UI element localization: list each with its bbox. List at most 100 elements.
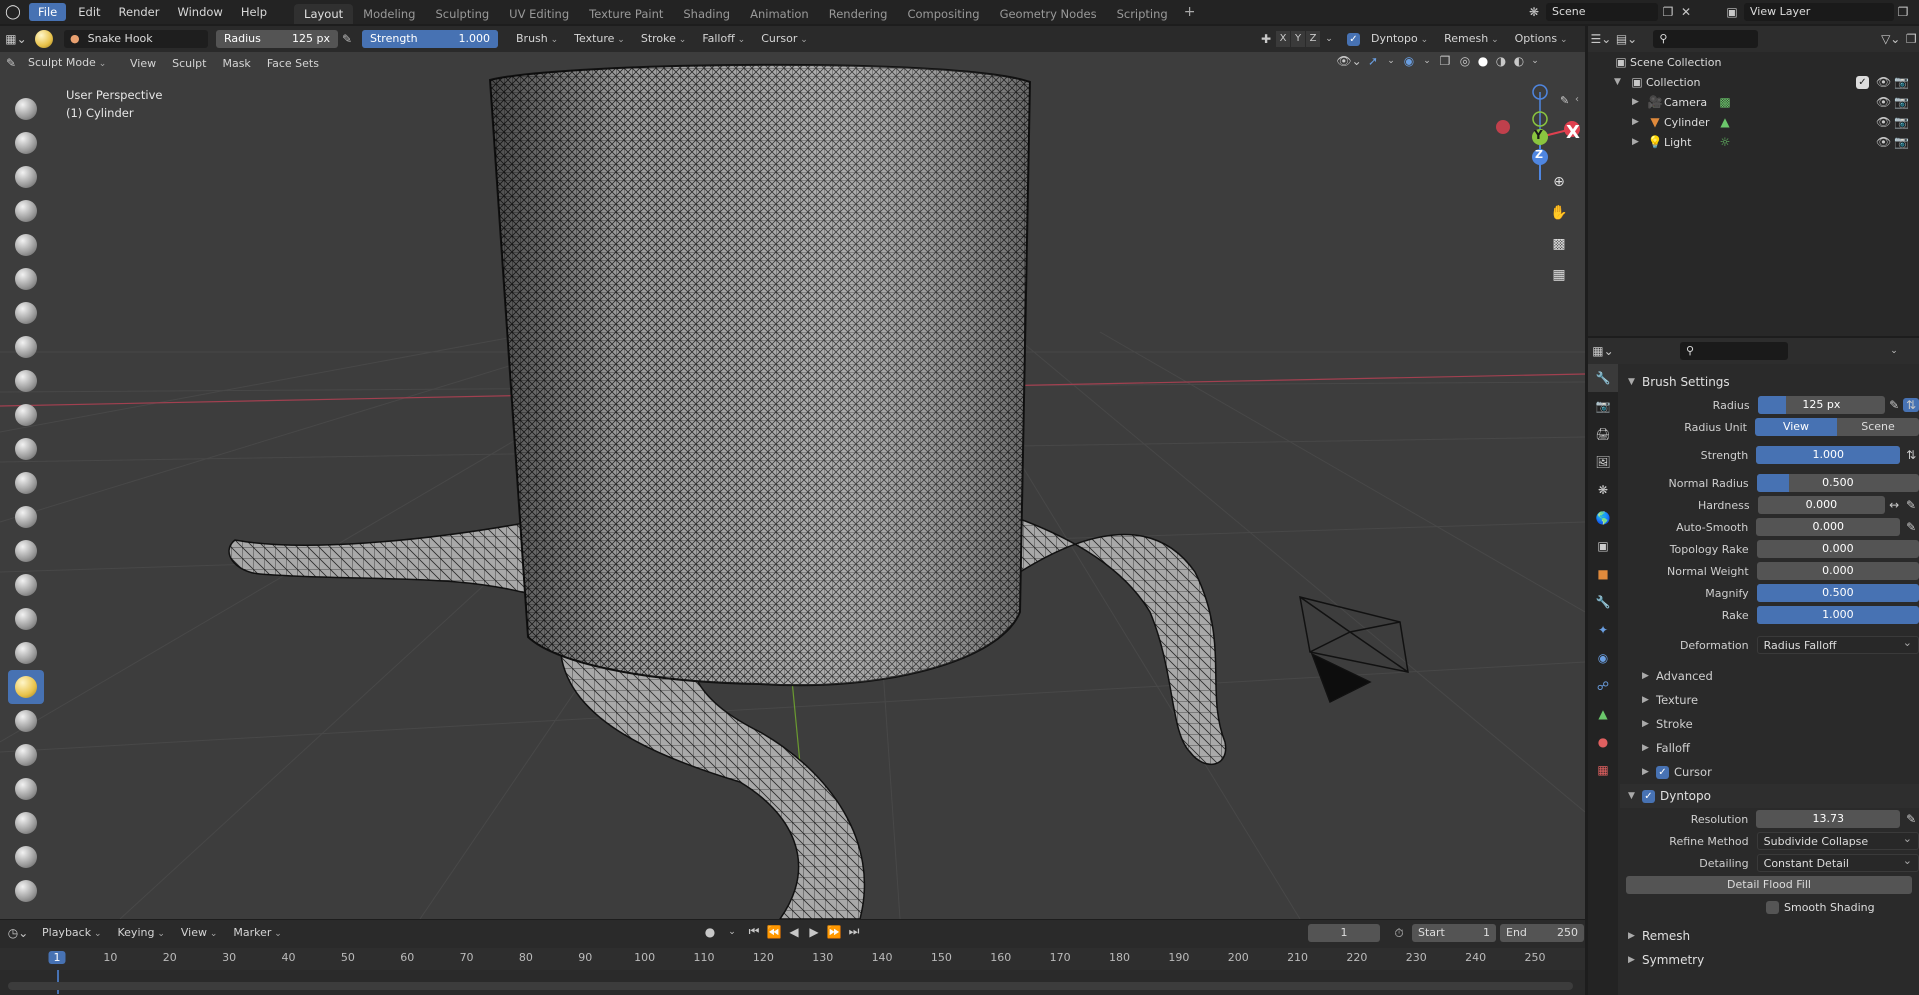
constraints-tab-icon[interactable]: ☍ xyxy=(1588,672,1618,700)
magnify-field[interactable]: 0.500 xyxy=(1756,584,1919,602)
collection-visibility-icon[interactable]: 👁 xyxy=(1876,75,1891,89)
outliner-item-camera[interactable]: ▶ 🎥 Camera ▩ 👁 📷 xyxy=(1588,92,1919,112)
tab-compositing[interactable]: Compositing xyxy=(897,4,989,24)
tool-tab-icon[interactable]: 🔧 xyxy=(1588,364,1618,392)
dropdown-stroke[interactable]: Stroke xyxy=(635,30,692,48)
outliner-collection[interactable]: ▼ ▣ Collection ✓ 👁 📷 xyxy=(1588,72,1919,92)
sculpt-tool-12[interactable] xyxy=(8,466,44,500)
material-tab-icon[interactable]: ● xyxy=(1588,728,1618,756)
end-frame-field[interactable]: End 250 xyxy=(1500,924,1584,942)
modifier-tab-icon[interactable]: 🔧 xyxy=(1588,588,1618,616)
radius-slider[interactable]: Radius 125 px xyxy=(216,30,338,48)
rake-field[interactable]: 1.000 xyxy=(1756,606,1919,624)
play-icon[interactable]: ▶ xyxy=(804,925,824,939)
expand-icon[interactable]: ▶ xyxy=(1632,97,1646,107)
pressure-radius-icon[interactable]: ✎ xyxy=(338,32,356,46)
timeline-editor-icon[interactable]: ◷⌄ xyxy=(0,926,36,940)
gizmo-y-label[interactable]: Y xyxy=(1534,128,1543,142)
wireframe-shading-icon[interactable]: ◎ xyxy=(1456,54,1474,68)
hardness-invert-icon[interactable]: ↔ xyxy=(1885,498,1903,512)
gizmo-z-label[interactable]: Z xyxy=(1535,148,1543,161)
auto-smooth-field[interactable]: 0.000 xyxy=(1756,518,1901,536)
jump-end-icon[interactable]: ⏭ xyxy=(844,924,864,939)
dropdown-cursor[interactable]: Cursor xyxy=(755,30,814,48)
timeline-scrollbar[interactable] xyxy=(8,982,1573,990)
timeline-menu-playback[interactable]: Playback xyxy=(36,924,108,942)
menu-render[interactable]: Render xyxy=(110,0,169,24)
menu-edit[interactable]: Edit xyxy=(69,0,109,24)
radius-unit-view[interactable]: View xyxy=(1755,418,1837,436)
texture-tab-icon[interactable]: ▦ xyxy=(1588,756,1618,784)
expand-icon[interactable]: ▶ xyxy=(1632,137,1646,147)
pan-hand-icon[interactable]: ✋ xyxy=(1545,199,1573,227)
cursor-subpanel-header[interactable]: ▶ ✓ Cursor xyxy=(1620,760,1919,784)
physics-tab-icon[interactable]: ◉ xyxy=(1588,644,1618,672)
view-layer-field[interactable]: View Layer xyxy=(1744,3,1894,21)
strength-field[interactable]: 1.000 xyxy=(1756,446,1901,464)
gizmo-toggle-icon[interactable]: ➚ xyxy=(1362,54,1384,68)
sculpt-tool-23[interactable] xyxy=(8,840,44,874)
radius-unit-scene[interactable]: Scene xyxy=(1837,418,1919,436)
sculpt-tool-24[interactable] xyxy=(8,874,44,908)
collection-render-icon[interactable]: 📷 xyxy=(1894,75,1909,89)
view-layer-tab-icon[interactable]: 🖼 xyxy=(1588,448,1618,476)
jump-keyframe-forward-icon[interactable]: ⏩ xyxy=(824,925,844,939)
sculpt-tool-21[interactable] xyxy=(8,772,44,806)
panel-symmetry[interactable]: ▶ Symmetry xyxy=(1620,948,1919,972)
dropdown-brush[interactable]: Brush xyxy=(510,30,564,48)
timeline-menu-keying[interactable]: Keying xyxy=(112,924,171,942)
refine-method-dropdown[interactable]: Subdivide Collapse xyxy=(1756,830,1919,850)
detailing-dropdown[interactable]: Constant Detail xyxy=(1756,852,1919,872)
brush-preview-icon[interactable] xyxy=(32,29,56,49)
strength-slider[interactable]: Strength 1.000 xyxy=(362,30,498,48)
light-data-icon[interactable]: ☼ xyxy=(1716,135,1734,149)
tab-animation[interactable]: Animation xyxy=(740,4,819,24)
subpanel-falloff[interactable]: ▶ Falloff xyxy=(1620,736,1919,760)
brush-settings-panel-header[interactable]: ▼ Brush Settings xyxy=(1620,370,1919,394)
light-visibility-icon[interactable]: 👁 xyxy=(1876,135,1891,149)
sculpt-tool-7[interactable] xyxy=(8,296,44,330)
symmetry-x-toggle[interactable]: X xyxy=(1276,31,1290,47)
auto-smooth-pressure-icon[interactable]: ✎ xyxy=(1903,520,1919,534)
perspective-grid-icon[interactable]: ▦ xyxy=(1545,261,1573,289)
cylinder-render-icon[interactable]: 📷 xyxy=(1894,115,1909,129)
menu-view[interactable]: View xyxy=(122,57,164,70)
subpanel-texture[interactable]: ▶ Texture xyxy=(1620,688,1919,712)
mode-dropdown[interactable]: Sculpt Mode xyxy=(22,54,118,72)
radius-field[interactable]: 125 px xyxy=(1757,396,1886,414)
cursor-checkbox[interactable]: ✓ xyxy=(1656,765,1669,779)
brush-name-field[interactable]: ● Snake Hook xyxy=(64,30,208,48)
options-dropdown[interactable]: Options xyxy=(1509,30,1574,48)
object-tab-icon[interactable]: ■ xyxy=(1588,560,1618,588)
collapse-icon[interactable]: ▼ xyxy=(1614,77,1628,87)
sculpt-tool-6[interactable] xyxy=(8,262,44,296)
sculpt-tool-8[interactable] xyxy=(8,330,44,364)
current-frame-field[interactable]: 1 xyxy=(1308,924,1380,942)
strength-pressure-icon[interactable]: ⇅ xyxy=(1903,448,1919,462)
sculpt-tool-20[interactable] xyxy=(8,738,44,772)
shading-dropdown-icon[interactable]: ⌄ xyxy=(1528,56,1542,66)
sculpt-tool-3[interactable] xyxy=(8,160,44,194)
dropdown-falloff[interactable]: Falloff xyxy=(696,30,751,48)
tab-scripting[interactable]: Scripting xyxy=(1107,4,1178,24)
smooth-shading-checkbox[interactable] xyxy=(1766,900,1779,914)
outliner-eyedropper-icon[interactable]: ✎ xyxy=(1560,94,1569,107)
sculpt-tool-2[interactable] xyxy=(8,126,44,160)
dyntopo-checkbox[interactable]: ✓ xyxy=(1347,32,1360,46)
editor-type-icon[interactable]: ▦⌄ xyxy=(0,32,32,46)
tab-texture-paint[interactable]: Texture Paint xyxy=(579,4,673,24)
sculpt-tool-17[interactable] xyxy=(8,636,44,670)
record-dropdown-icon[interactable]: ⌄ xyxy=(720,927,744,937)
jump-keyframe-back-icon[interactable]: ⏪ xyxy=(764,925,784,939)
material-shading-icon[interactable]: ◑ xyxy=(1492,54,1510,68)
timeline-menu-view[interactable]: View xyxy=(175,924,224,942)
outliner-scene-collection[interactable]: ▣ Scene Collection xyxy=(1588,52,1919,72)
blender-logo-icon[interactable]: ◯ xyxy=(0,4,26,20)
sculpt-tool-4[interactable] xyxy=(8,194,44,228)
deformation-dropdown[interactable]: Radius Falloff xyxy=(1756,634,1919,654)
output-tab-icon[interactable]: 🖨 xyxy=(1588,420,1618,448)
outliner-editor-icon[interactable]: ☰⌄ xyxy=(1588,32,1614,46)
subpanel-stroke[interactable]: ▶ Stroke xyxy=(1620,712,1919,736)
start-frame-field[interactable]: Start 1 xyxy=(1412,924,1496,942)
properties-options-icon[interactable]: ⌄ xyxy=(1884,346,1904,356)
